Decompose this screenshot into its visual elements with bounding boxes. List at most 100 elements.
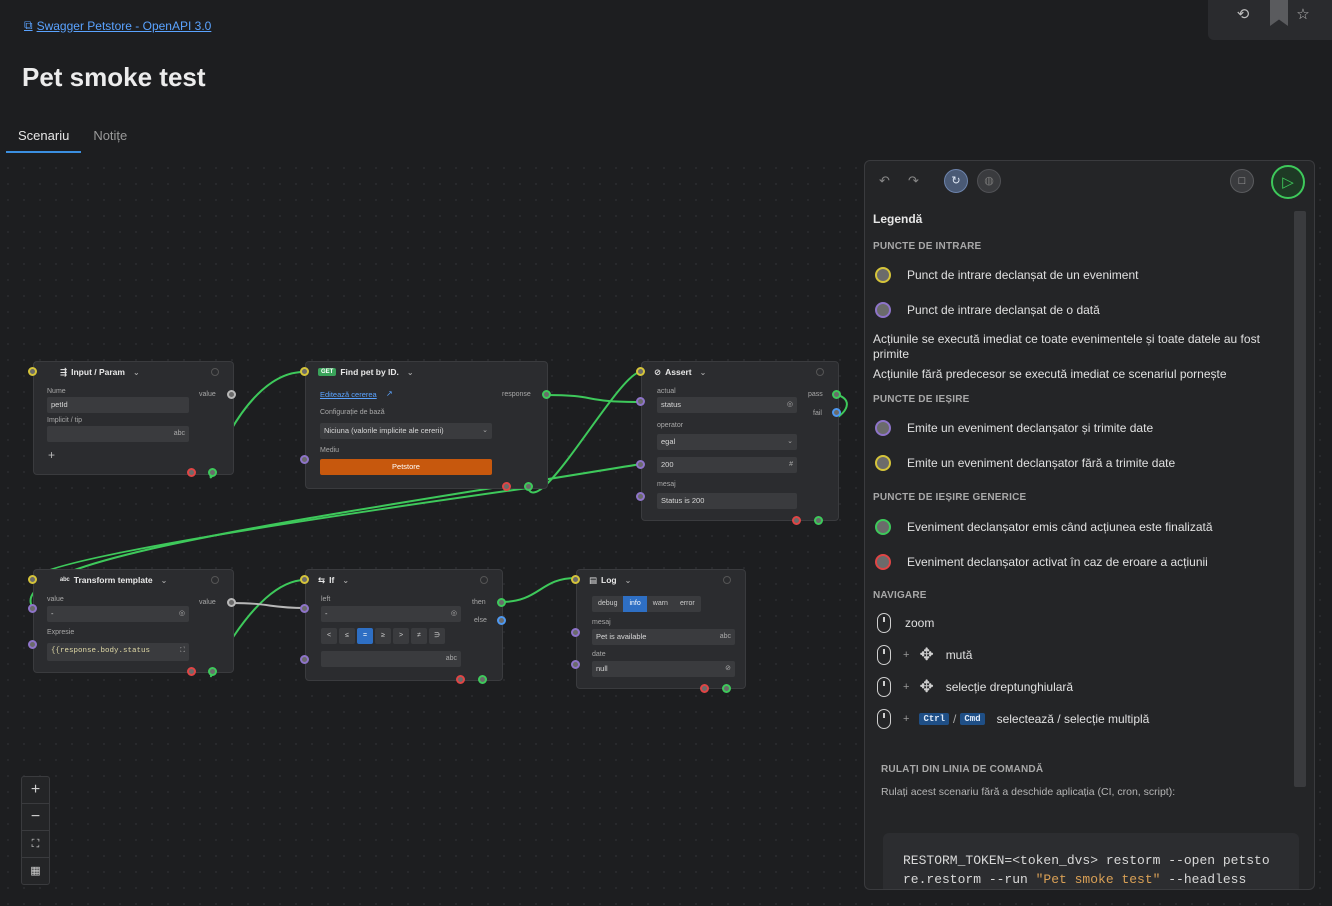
node-header[interactable]: ⇆ If ⌄: [306, 570, 502, 590]
node-header[interactable]: ᵃᵇᶜ Transform template ⌄: [34, 570, 233, 590]
entry-port-data[interactable]: [300, 455, 309, 464]
zoom-out-button[interactable]: −: [22, 804, 49, 831]
right-field[interactable]: abc: [321, 651, 461, 667]
node-assert[interactable]: ⊘ Assert ⌄ actual status ◎ operator egal ⌄…: [641, 361, 839, 521]
done-port[interactable]: [722, 684, 731, 693]
done-port[interactable]: [478, 675, 487, 684]
chevron-down-icon[interactable]: ⌄: [342, 576, 349, 585]
default-label: Implicit / tip: [47, 417, 83, 424]
operator-select[interactable]: egal ⌄: [657, 434, 797, 450]
error-port[interactable]: [502, 482, 511, 491]
undo-icon[interactable]: ↶: [879, 173, 890, 189]
node-input-param[interactable]: ⇶ Input / Param ⌄ Nume petId Implicit / …: [33, 361, 234, 475]
zoom-in-button[interactable]: +: [22, 777, 49, 804]
left-field[interactable]: - ◎: [321, 606, 461, 622]
done-port[interactable]: [524, 482, 533, 491]
expand-icon[interactable]: ⛶: [180, 643, 185, 659]
legend-text: Eveniment declanșator emis când acțiunea…: [907, 520, 1213, 534]
clear-icon[interactable]: ⊘: [725, 661, 731, 677]
error-port[interactable]: [187, 667, 196, 676]
output-port-value[interactable]: [227, 390, 236, 399]
error-port[interactable]: [700, 684, 709, 693]
error-port[interactable]: [456, 675, 465, 684]
type-suffix: abc: [173, 430, 185, 437]
add-icon[interactable]: +: [48, 448, 55, 462]
node-header[interactable]: ⇶ Input / Param ⌄: [34, 362, 233, 382]
nav-text: mută: [945, 648, 973, 662]
op-eq[interactable]: =: [357, 628, 373, 644]
stop-icon[interactable]: □: [1230, 169, 1254, 193]
chevron-down-icon[interactable]: ⌄: [407, 368, 414, 377]
default-field[interactable]: abc: [47, 426, 189, 442]
done-port[interactable]: [208, 468, 217, 477]
actual-field[interactable]: status ◎: [657, 397, 797, 413]
node-find-pet[interactable]: GET Find pet by ID. ⌄ Editează cererea ↗…: [305, 361, 548, 489]
node-header[interactable]: ▤ Log ⌄: [577, 570, 745, 590]
op-gt[interactable]: >: [393, 628, 409, 644]
fit-view-icon[interactable]: ⛶: [22, 831, 49, 858]
message-field[interactable]: Status is 200: [657, 493, 797, 509]
op-lt[interactable]: <: [321, 628, 337, 644]
entry-port-event[interactable]: [300, 575, 309, 584]
level-warn[interactable]: warn: [647, 596, 674, 612]
op-contains[interactable]: ∋: [429, 628, 445, 644]
minimap-icon[interactable]: ▦: [22, 858, 49, 884]
entry-port-message[interactable]: [636, 492, 645, 501]
panel-scrollbar[interactable]: [1294, 211, 1306, 787]
op-ne[interactable]: ≠: [411, 628, 427, 644]
env-button[interactable]: Petstore: [320, 459, 492, 475]
redo-icon[interactable]: ↷: [908, 173, 919, 189]
entry-port-expression[interactable]: [28, 640, 37, 649]
auto-layout-icon[interactable]: ↻: [944, 169, 968, 193]
value-field[interactable]: - ◎: [47, 606, 189, 622]
node-header[interactable]: GET Find pet by ID. ⌄: [306, 362, 547, 382]
entry-port-event[interactable]: [571, 575, 580, 584]
data-field[interactable]: null ⊘: [592, 661, 735, 677]
node-if[interactable]: ⇆ If ⌄ left - ◎ < ≤ = ≥ > ≠ ∋ abc then el…: [305, 569, 503, 681]
entry-port-data[interactable]: [571, 660, 580, 669]
output-port-value[interactable]: [227, 598, 236, 607]
chevron-down-icon[interactable]: ⌄: [161, 576, 168, 585]
legend-title: Legendă: [873, 212, 923, 226]
entry-port-event[interactable]: [636, 367, 645, 376]
expression-field[interactable]: {{response.body.status ⛶: [47, 643, 189, 661]
chevron-down-icon[interactable]: ⌄: [133, 368, 140, 377]
chevron-down-icon[interactable]: ⌄: [625, 576, 632, 585]
then-port[interactable]: [497, 598, 506, 607]
entry-port-event[interactable]: [28, 575, 37, 584]
node-header[interactable]: ⊘ Assert ⌄: [642, 362, 838, 382]
entry-port-event[interactable]: [300, 367, 309, 376]
lock-icon[interactable]: ◍: [977, 169, 1001, 193]
level-info[interactable]: info: [623, 596, 647, 612]
expected-field[interactable]: 200 #: [657, 457, 797, 473]
error-port[interactable]: [187, 468, 196, 477]
fail-port[interactable]: [832, 408, 841, 417]
entry-port-event[interactable]: [28, 367, 37, 376]
external-link-icon[interactable]: ↗: [386, 389, 393, 398]
level-debug[interactable]: debug: [592, 596, 623, 612]
entry-port-right[interactable]: [300, 655, 309, 664]
error-port[interactable]: [792, 516, 801, 525]
done-port[interactable]: [814, 516, 823, 525]
node-log[interactable]: ▤ Log ⌄ debug info warn error mesaj Pet …: [576, 569, 746, 689]
op-ge[interactable]: ≥: [375, 628, 391, 644]
op-le[interactable]: ≤: [339, 628, 355, 644]
entry-port-actual[interactable]: [636, 397, 645, 406]
run-button[interactable]: ▷: [1271, 165, 1305, 199]
chevron-down-icon[interactable]: ⌄: [700, 368, 707, 377]
else-port[interactable]: [497, 616, 506, 625]
output-port-response[interactable]: [542, 390, 551, 399]
entry-port-value[interactable]: [28, 604, 37, 613]
done-port[interactable]: [208, 667, 217, 676]
message-field[interactable]: Pet is available abc: [592, 629, 735, 645]
entry-port-left[interactable]: [300, 604, 309, 613]
entry-port-message[interactable]: [571, 628, 580, 637]
cli-command[interactable]: RESTORM_TOKEN=<token_dvs> restorm --open…: [883, 833, 1299, 889]
name-field[interactable]: petId: [47, 397, 189, 413]
level-error[interactable]: error: [674, 596, 701, 612]
node-transform[interactable]: ᵃᵇᶜ Transform template ⌄ value - ◎ Expres…: [33, 569, 234, 673]
pass-port[interactable]: [832, 390, 841, 399]
entry-port-expected[interactable]: [636, 460, 645, 469]
edit-request-link[interactable]: Editează cererea: [320, 390, 377, 399]
base-config-select[interactable]: Niciuna (valorile implicite ale cererii)…: [320, 423, 492, 439]
